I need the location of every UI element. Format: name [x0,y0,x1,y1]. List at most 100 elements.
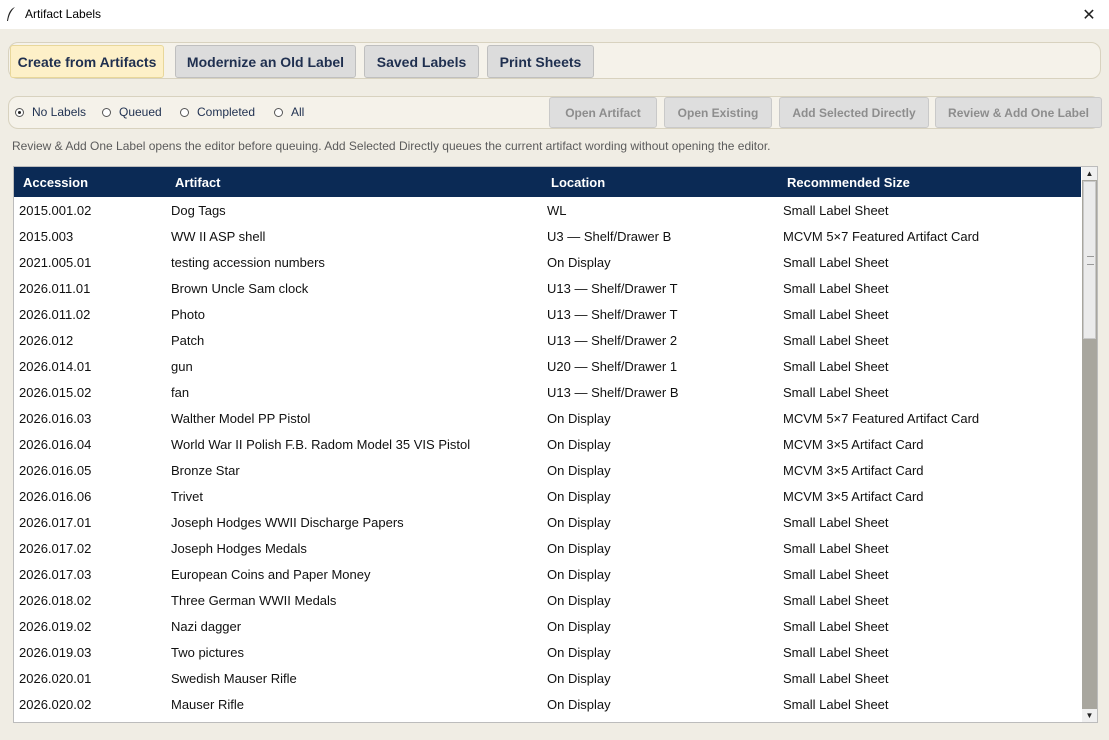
scroll-up-button[interactable]: ▲ [1082,167,1097,180]
cell-location: U3 — Shelf/Drawer B [547,229,672,244]
table-row[interactable]: 2021.005.01 testing accession numbers On D… [14,249,1081,275]
cell-size: Small Label Sheet [783,645,889,660]
cell-location: On Display [547,437,611,452]
filter-queued-label: Queued [119,105,162,119]
cell-location: On Display [547,515,611,530]
table-row[interactable]: 2026.011.01 Brown Uncle Sam clock U13 — Sh… [14,275,1081,301]
radio-icon [274,107,283,117]
table-row[interactable]: 2026.017.03 European Coins and Paper Mone… [14,561,1081,587]
cell-artifact: Patch [171,333,205,348]
cell-accession: 2026.020.02 [19,697,92,712]
add-selected-directly-button[interactable]: Add Selected Directly [779,97,929,128]
cell-accession: 2026.017.03 [19,567,92,582]
cell-size: Small Label Sheet [783,697,889,712]
vertical-scrollbar[interactable]: ▲ ▼ [1082,167,1097,722]
triangle-up-icon: ▲ [1085,169,1094,178]
cell-artifact: Swedish Mauser Rifle [171,671,297,686]
help-text: Review & Add One Label opens the editor … [12,139,771,153]
table-row[interactable]: 2015.001.02 Dog Tags WL Small Label Sheet [14,197,1081,223]
column-header-recommended-size[interactable]: Recommended Size [787,175,910,190]
title-bar: Artifact Labels ✕ [0,0,1109,29]
table-row[interactable]: 2026.017.02 Joseph Hodges Medals On Displa… [14,535,1081,561]
cell-accession: 2026.016.03 [19,411,92,426]
table-row[interactable]: 2026.016.06 Trivet On Display MCVM 3×5 Arti… [14,483,1081,509]
tab-create-from-artifacts[interactable]: Create from Artifacts [10,45,164,78]
cell-location: On Display [547,645,611,660]
filter-all-label: All [291,105,305,119]
cell-location: On Display [547,541,611,556]
tab-bar: Create from Artifacts Modernize an Old L… [8,42,1101,79]
filter-no-labels-radio[interactable]: No Labels [15,105,86,119]
cell-artifact: Brown Uncle Sam clock [171,281,309,296]
cell-location: WL [547,203,567,218]
table-row[interactable]: 2026.019.03 Two pictures On Display Small L… [14,639,1081,665]
cell-artifact: Dog Tags [171,203,226,218]
table-row[interactable]: 2026.014.01 gun U20 — Shelf/Drawer 1 Small … [14,353,1081,379]
cell-accession: 2026.011.01 [19,281,91,296]
cell-accession: 2026.016.06 [19,489,92,504]
cell-location: On Display [547,593,611,608]
tab-print-sheets[interactable]: Print Sheets [487,45,594,78]
cell-artifact: Walther Model PP Pistol [171,411,311,426]
open-artifact-button[interactable]: Open Artifact [549,97,657,128]
filter-completed-label: Completed [197,105,256,119]
close-button[interactable]: ✕ [1069,0,1109,29]
table-row[interactable]: 2026.018.02 Three German WWII Medals On Di… [14,587,1081,613]
column-header-artifact[interactable]: Artifact [175,175,221,190]
table-row[interactable]: 2026.020.02 Mauser Rifle On Display Small L… [14,691,1081,717]
cell-artifact: Mauser Rifle [171,697,244,712]
cell-accession: 2026.017.01 [19,515,92,530]
open-existing-button[interactable]: Open Existing [664,97,772,128]
tab-modernize-old-label[interactable]: Modernize an Old Label [175,45,356,78]
review-add-one-label-button[interactable]: Review & Add One Label [935,97,1102,128]
cell-artifact: Two pictures [171,645,244,660]
filter-all-radio[interactable]: All [274,105,304,119]
cell-size: Small Label Sheet [783,593,889,608]
cell-accession: 2026.014.01 [19,359,92,374]
filter-completed-radio[interactable]: Completed [180,105,255,119]
cell-location: U20 — Shelf/Drawer 1 [547,359,678,374]
cell-accession: 2015.001.02 [19,203,92,218]
table-row[interactable]: 2026.012 Patch U13 — Shelf/Drawer 2 Small L… [14,327,1081,353]
table-row[interactable]: 2026.015.02 fan U13 — Shelf/Drawer B Small … [14,379,1081,405]
cell-accession: 2015.003 [19,229,74,244]
table-row[interactable]: 2026.017.01 Joseph Hodges WWII Discharge … [14,509,1081,535]
cell-accession: 2026.015.02 [19,385,92,400]
cell-size: Small Label Sheet [783,359,889,374]
cell-location: On Display [547,619,611,634]
cell-accession: 2026.018.02 [19,593,92,608]
filter-queued-radio[interactable]: Queued [102,105,162,119]
tab-saved-labels[interactable]: Saved Labels [364,45,479,78]
filter-no-labels-label: No Labels [32,105,87,119]
scroll-down-button[interactable]: ▼ [1082,709,1097,722]
feather-icon [7,7,15,21]
column-header-location[interactable]: Location [551,175,605,190]
cell-size: MCVM 5×7 Featured Artifact Card [783,411,980,426]
cell-size: Small Label Sheet [783,567,889,582]
table-row[interactable]: 2026.016.03 Walther Model PP Pistol On Dis… [14,405,1081,431]
cell-accession: 2026.011.02 [19,307,91,322]
table-row[interactable]: 2026.019.02 Nazi dagger On Display Small La… [14,613,1081,639]
cell-accession: 2021.005.01 [19,255,92,270]
cell-location: On Display [547,463,611,478]
cell-location: U13 — Shelf/Drawer 2 [547,333,678,348]
cell-location: On Display [547,411,611,426]
cell-size: Small Label Sheet [783,385,889,400]
cell-accession: 2026.012 [19,333,74,348]
cell-artifact: WW II ASP shell [171,229,266,244]
table-row[interactable]: 2026.020.01 Swedish Mauser Rifle On Displa… [14,665,1081,691]
scroll-thumb[interactable] [1083,181,1096,339]
cell-artifact: Trivet [171,489,204,504]
radio-selected-icon [15,107,24,117]
cell-artifact: Nazi dagger [171,619,242,634]
radio-icon [102,107,111,117]
table-row[interactable]: 2026.016.04 World War II Polish F.B. Rado… [14,431,1081,457]
table-row[interactable]: 2026.016.05 Bronze Star On Display MCVM 3×5… [14,457,1081,483]
table-row[interactable]: 2026.011.02 Photo U13 — Shelf/Drawer T Smal… [14,301,1081,327]
artifact-table: Accession Artifact Location Recommended … [13,166,1098,723]
triangle-down-icon: ▼ [1085,711,1094,720]
cell-artifact: gun [171,359,193,374]
filter-bar: No Labels Queued Completed All Open Arti… [8,96,1102,129]
column-header-accession[interactable]: Accession [23,175,88,190]
table-row[interactable]: 2015.003 WW II ASP shell U3 — Shelf/Drawer… [14,223,1081,249]
